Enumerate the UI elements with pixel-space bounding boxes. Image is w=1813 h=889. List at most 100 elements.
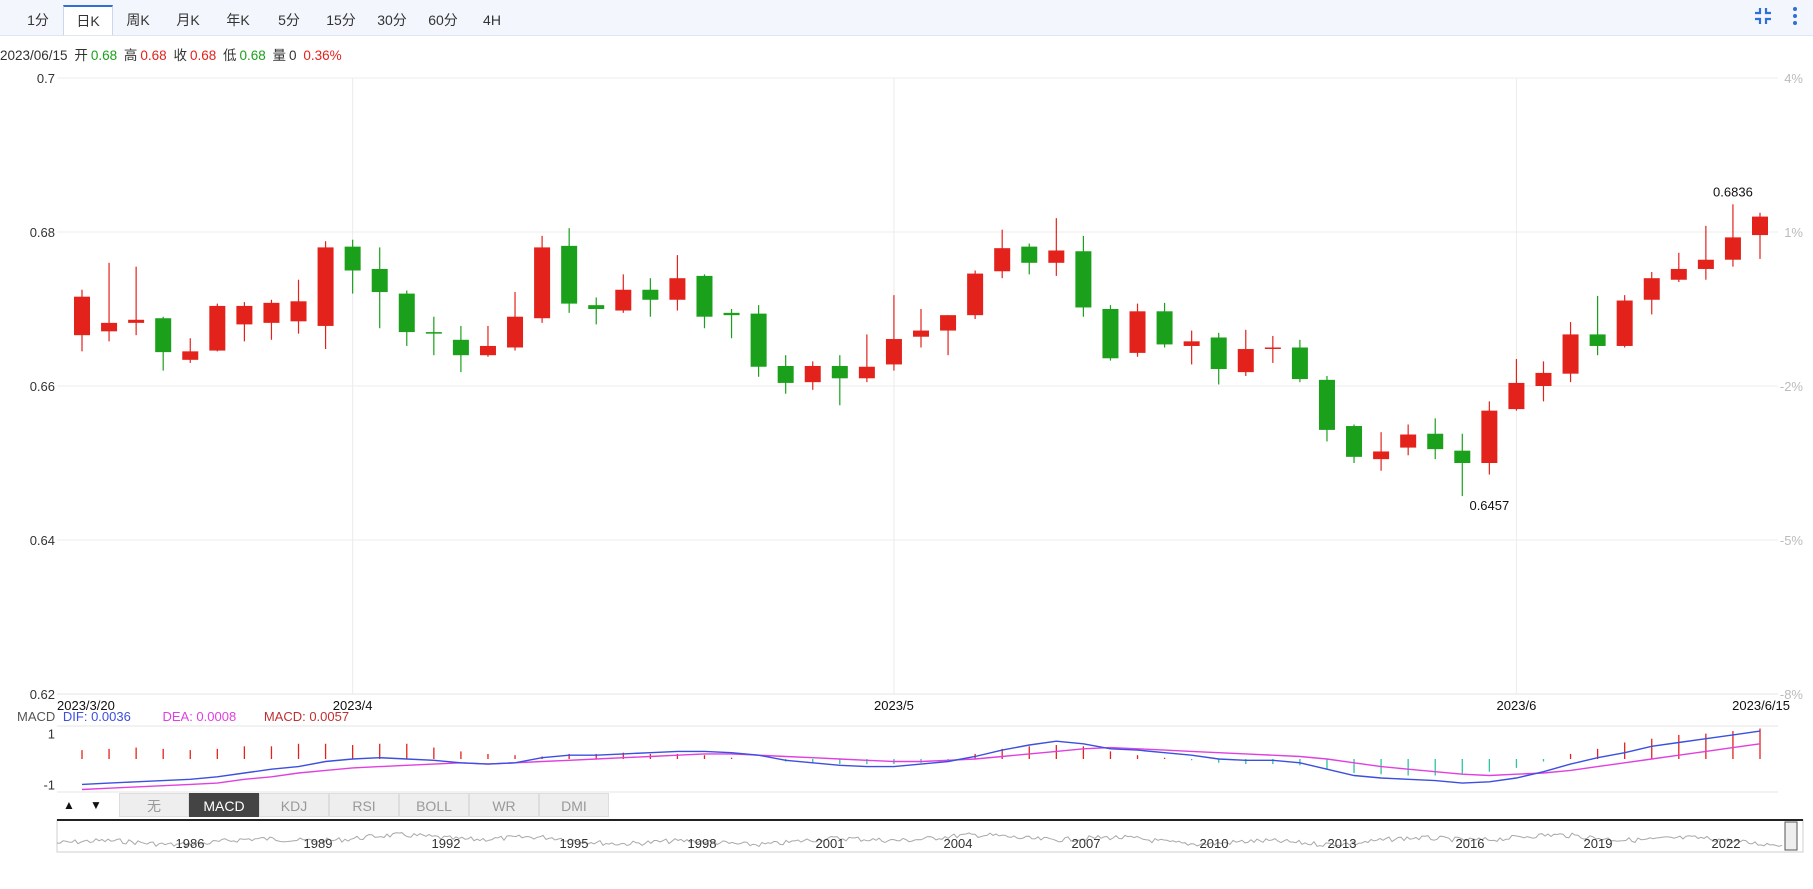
- candle-body: [777, 365, 794, 383]
- candle-body: [371, 268, 388, 293]
- navigator-handle: [1784, 821, 1798, 851]
- dif-line: [81, 730, 1761, 786]
- candle-body: [1318, 379, 1335, 430]
- candle-body: [1643, 278, 1660, 300]
- indicator-wr-button[interactable]: WR: [469, 793, 539, 817]
- candle-body: [344, 246, 361, 271]
- pct-tick-label: 1%: [1784, 225, 1803, 240]
- candle-body: [804, 365, 821, 383]
- candle-body: [669, 278, 686, 300]
- macd-legend-dea: DEA: 0.0008: [162, 709, 237, 724]
- navigator-year-label: 2013: [1328, 836, 1357, 851]
- navigator-year-label: 1986: [176, 836, 205, 851]
- navigator-year-label: 1998: [688, 836, 717, 851]
- navigator-year-label: 2016: [1456, 836, 1485, 851]
- candle-body: [1264, 347, 1281, 349]
- candle-body: [1346, 426, 1363, 457]
- macd-legend-dif: DIF: 0.0036: [62, 709, 131, 724]
- candle-body: [1562, 334, 1579, 374]
- candle-body: [588, 305, 605, 309]
- candle-body: [750, 313, 767, 367]
- candle-body: [263, 302, 280, 323]
- y-tick-label: 0.64: [30, 533, 55, 548]
- navigator-year-label: 2001: [816, 836, 845, 851]
- macd-legend-macd: MACD: 0.0057: [263, 709, 350, 724]
- pct-tick-label: 4%: [1784, 71, 1803, 86]
- indicator-macd-button[interactable]: MACD: [189, 793, 259, 817]
- indicator-none-button[interactable]: 无: [119, 793, 189, 817]
- candle-body: [1129, 311, 1146, 353]
- y-tick-label: 0.68: [30, 225, 55, 240]
- macd-y-tick: -1: [43, 777, 55, 792]
- pane-down-button[interactable]: ▼: [85, 793, 107, 817]
- candle-body: [1156, 311, 1173, 345]
- candle-body: [831, 365, 848, 379]
- candle-body: [1021, 246, 1038, 263]
- candle-body: [1210, 337, 1227, 370]
- candle-body: [317, 247, 334, 326]
- candlestick-chart[interactable]: 0.7 4%0.68 1%0.66 -2%0.64 -5%0.62 -8% 2023/3/…: [0, 0, 1813, 889]
- indicator-kdj-button[interactable]: KDJ: [259, 793, 329, 817]
- y-tick-label: 0.62: [30, 687, 55, 702]
- candle-body: [155, 318, 172, 353]
- macd-legend-name: MACD: [17, 709, 56, 724]
- candle-body: [1237, 349, 1254, 373]
- candle-body: [1724, 237, 1741, 260]
- indicator-rsi-button[interactable]: RSI: [329, 793, 399, 817]
- candle-body: [1075, 251, 1092, 308]
- candle-body: [398, 293, 415, 333]
- candle-body: [940, 315, 957, 331]
- extreme-annotation: 0.6457: [1469, 498, 1509, 513]
- navigator-year-label: 2004: [944, 836, 973, 851]
- navigator-year-label: 2007: [1072, 836, 1101, 851]
- candle-body: [290, 301, 307, 322]
- pane-up-button[interactable]: ▲: [58, 793, 80, 817]
- x-tick-label: 2023/5: [874, 698, 914, 713]
- candle-body: [642, 289, 659, 300]
- candle-body: [1508, 382, 1525, 410]
- candle-body: [101, 322, 118, 332]
- navigator-year-label: 1995: [560, 836, 589, 851]
- candle-body: [615, 289, 632, 311]
- candle-body: [967, 273, 984, 316]
- candle-body: [1589, 334, 1606, 346]
- navigator-year-label: 1992: [432, 836, 461, 851]
- candle-body: [1373, 451, 1390, 460]
- candle-body: [1427, 433, 1444, 450]
- candle-body: [182, 351, 199, 360]
- candle-body: [534, 247, 551, 319]
- candle-body: [1535, 372, 1552, 386]
- candle-body: [1481, 410, 1498, 463]
- candle-body: [994, 248, 1011, 272]
- candle-body: [452, 339, 469, 356]
- candle-body: [1616, 300, 1633, 346]
- candle-body: [1102, 309, 1119, 359]
- y-tick-label: 0.7: [37, 71, 55, 86]
- macd-y-tick: 1: [48, 727, 55, 742]
- candle-body: [1752, 216, 1768, 236]
- navigator-year-label: 2019: [1584, 836, 1613, 851]
- navigator-year-label: 1989: [304, 836, 333, 851]
- candle-body: [1400, 434, 1417, 448]
- candle-body: [507, 316, 524, 348]
- macd-legend: MACD DIF: 0.0036 DEA: 0.0008 MACD: 0.005…: [17, 709, 349, 724]
- y-tick-label: 0.66: [30, 379, 55, 394]
- candle-body: [858, 366, 875, 379]
- candle-body: [561, 245, 578, 304]
- indicator-dmi-button[interactable]: DMI: [539, 793, 609, 817]
- candle-body: [1291, 347, 1308, 380]
- candle-body: [425, 332, 442, 334]
- candle-body: [1048, 250, 1065, 263]
- candle-body: [1697, 259, 1714, 269]
- candle-body: [1670, 268, 1687, 280]
- candle-body: [236, 305, 253, 325]
- candle-body: [913, 330, 929, 337]
- indicator-boll-button[interactable]: BOLL: [399, 793, 469, 817]
- x-tick-label: 2023/6/15: [1732, 698, 1790, 713]
- candle-body: [1183, 341, 1200, 346]
- candle-body: [723, 312, 740, 316]
- navigator-year-label: 2022: [1712, 836, 1741, 851]
- candle-body: [479, 345, 496, 356]
- candle-body: [696, 275, 713, 317]
- candle-body: [1454, 450, 1471, 463]
